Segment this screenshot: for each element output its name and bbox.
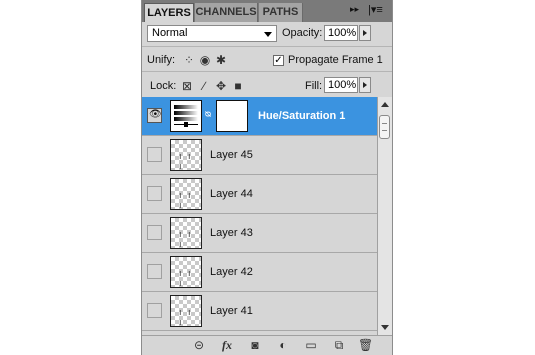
layer-name: Layer 41 [210, 305, 253, 317]
visibility-toggle[interactable] [147, 147, 162, 162]
unify-label: Unify: [147, 54, 176, 66]
divider [142, 46, 392, 47]
gradient-bar [174, 105, 198, 109]
panel-menu-icon[interactable]: |▾≡ [368, 3, 383, 16]
fill-slider-button[interactable] [359, 77, 371, 93]
layer-thumbnail: ı ı ı [170, 295, 202, 327]
visibility-toggle[interactable] [147, 303, 162, 318]
eye-icon: 👁 [149, 109, 162, 120]
thumbnail-marks: ı ı ı [179, 307, 193, 327]
layer-name: Layer 42 [210, 266, 253, 278]
adjustment-layer-icon[interactable]: ◐ [276, 338, 290, 352]
thumbnail-marks: ı ı ı [179, 229, 193, 249]
fill-label: Fill: [305, 80, 323, 92]
scroll-up-icon[interactable] [381, 102, 389, 107]
new-layer-icon[interactable]: ⧉ [332, 338, 346, 352]
layer-name: Hue/Saturation 1 [258, 110, 346, 122]
layer-row[interactable]: ı ı ı Layer 44 [142, 175, 377, 214]
layer-name: Layer 43 [210, 227, 253, 239]
blend-mode-select[interactable]: Normal [147, 25, 277, 42]
layer-name: Layer 44 [210, 188, 253, 200]
layer-thumbnail: ı ı ı [170, 178, 202, 210]
layer-row[interactable]: ı ı ı Layer 41 [142, 292, 377, 331]
layer-row[interactable]: 👁 ᴓ Hue/Saturation 1 [142, 97, 377, 136]
opacity-field[interactable]: 100% [324, 25, 358, 41]
layer-row[interactable]: ı ı ı Layer 45 [142, 136, 377, 175]
layers-scrollbar[interactable] [377, 97, 392, 335]
thumbnail-marks: ı ı ı [179, 190, 193, 210]
chevron-down-icon [264, 32, 272, 37]
adjustment-thumbnail [170, 100, 202, 132]
opacity-slider-button[interactable] [359, 25, 371, 41]
tab-layers[interactable]: LAYERS [144, 3, 194, 22]
lock-transparent-icon[interactable]: ⊠ [180, 79, 194, 93]
panel-tab-bar: LAYERS CHANNELS PATHS ▸▸ |▾≡ [142, 0, 392, 22]
propagate-label: Propagate Frame 1 [288, 54, 383, 66]
layer-row[interactable]: ı ı ı Layer 42 [142, 253, 377, 292]
tab-paths[interactable]: PATHS [259, 3, 303, 22]
lock-all-icon[interactable]: ■ [231, 79, 245, 93]
link-icon[interactable]: ᴓ [205, 109, 211, 120]
layer-style-icon[interactable]: fx [220, 338, 234, 352]
lock-label: Lock: [150, 80, 177, 92]
layer-thumbnail: ı ı ı [170, 217, 202, 249]
layer-thumbnail: ı ı ı [170, 256, 202, 288]
thumbnail-marks: ı ı ı [179, 151, 193, 171]
gradient-bar [174, 111, 198, 115]
layer-thumbnail: ı ı ı [170, 139, 202, 171]
slider-knob [184, 122, 188, 127]
propagate-checkbox[interactable]: ✓ [273, 55, 284, 66]
divider [142, 71, 392, 72]
panel-footer: ⊝ fx ◙ ◐ ▭ ⧉ 🗑 [142, 335, 392, 355]
trash-icon[interactable]: 🗑 [358, 338, 373, 352]
layers-panel: LAYERS CHANNELS PATHS ▸▸ |▾≡ Normal Opac… [141, 0, 393, 355]
unify-style-icon[interactable]: ✱ [214, 53, 228, 67]
collapse-icon[interactable]: ▸▸ [350, 4, 359, 15]
blend-row: Normal Opacity: 100% [142, 22, 392, 44]
unify-position-icon[interactable]: ⁘ [182, 53, 196, 67]
fill-field[interactable]: 100% [324, 77, 358, 93]
layer-row[interactable]: ı ı ı Layer 43 [142, 214, 377, 253]
lock-position-icon[interactable]: ✥ [214, 79, 228, 93]
visibility-toggle[interactable]: 👁 [147, 108, 162, 123]
mask-thumbnail[interactable] [216, 100, 248, 132]
scroll-down-icon[interactable] [381, 325, 389, 330]
visibility-toggle[interactable] [147, 186, 162, 201]
visibility-toggle[interactable] [147, 225, 162, 240]
visibility-toggle[interactable] [147, 264, 162, 279]
blend-mode-value: Normal [152, 27, 188, 39]
add-mask-icon[interactable]: ◙ [248, 338, 262, 352]
scroll-thumb[interactable] [379, 115, 390, 139]
lock-image-icon[interactable]: ∕ [197, 79, 211, 93]
layer-name: Layer 45 [210, 149, 253, 161]
link-layers-icon[interactable]: ⊝ [192, 338, 206, 352]
layer-list: 👁 ᴓ Hue/Saturation 1 ı ı ı Layer 45 ı ı … [142, 97, 377, 335]
new-group-icon[interactable]: ▭ [304, 338, 318, 352]
unify-visibility-icon[interactable]: ◉ [198, 53, 212, 67]
tab-channels[interactable]: CHANNELS [195, 3, 258, 22]
thumbnail-marks: ı ı ı [179, 268, 193, 288]
opacity-label: Opacity: [282, 27, 323, 39]
gradient-bar [174, 117, 198, 121]
